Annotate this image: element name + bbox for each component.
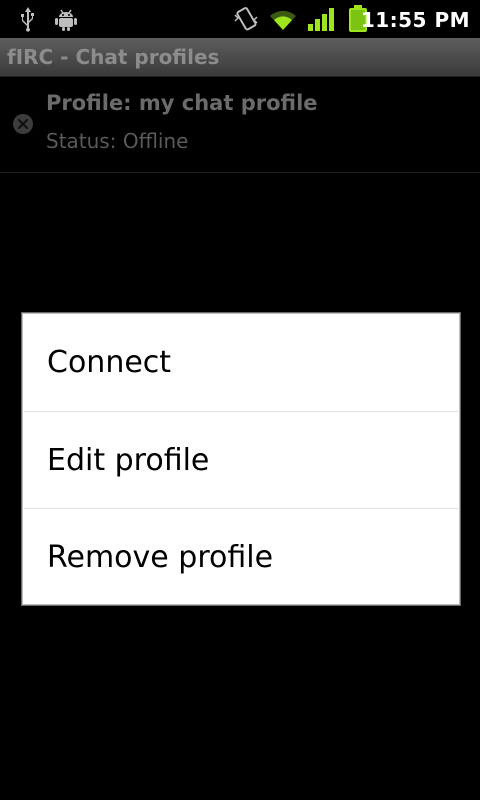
signal-icon [308, 8, 334, 31]
offline-icon [13, 114, 33, 134]
wifi-icon [270, 10, 296, 30]
profile-name: Profile: my chat profile [46, 91, 318, 115]
menu-item-edit-profile[interactable]: Edit profile [24, 412, 460, 509]
status-bar-clock: 11:55 PM [360, 8, 470, 32]
menu-item-label: Edit profile [47, 443, 210, 478]
profile-status: Status: Offline [46, 129, 189, 153]
debug-icon [55, 9, 77, 31]
title-bar: fIRC - Chat profiles [0, 38, 480, 77]
menu-item-label: Connect [47, 345, 172, 380]
vibrate-icon [234, 7, 258, 31]
menu-item-label: Remove profile [47, 540, 274, 575]
context-menu-dialog: Connect Edit profile Remove profile [22, 313, 460, 605]
menu-item-remove-profile[interactable]: Remove profile [24, 509, 460, 606]
app-title: fIRC - Chat profiles [7, 45, 220, 69]
list-divider [0, 172, 480, 173]
usb-icon [21, 7, 34, 32]
status-bar: 11:55 PM [0, 0, 480, 38]
screen: 11:55 PM fIRC - Chat profiles Profile: m… [0, 0, 480, 800]
menu-item-connect[interactable]: Connect [24, 314, 460, 411]
